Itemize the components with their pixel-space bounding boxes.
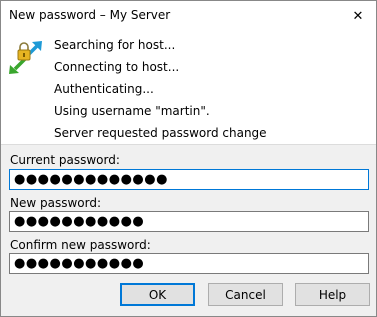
password-dialog: New password – My Server ✕ Searching for… (0, 0, 377, 317)
current-password-label: Current password: (10, 153, 120, 167)
help-button[interactable]: Help (295, 283, 370, 306)
status-line: Authenticating... (54, 82, 154, 96)
status-line: Searching for host... (54, 38, 176, 52)
status-line: Connecting to host... (54, 60, 180, 74)
confirm-password-label: Confirm new password: (10, 238, 151, 252)
confirm-password-field[interactable]: ●●●●●●●●●●● (9, 253, 369, 274)
ok-button[interactable]: OK (120, 283, 195, 306)
cancel-button[interactable]: Cancel (208, 283, 283, 306)
key-exchange-icon (7, 39, 45, 77)
current-password-field[interactable]: ●●●●●●●●●●●●● (9, 169, 369, 190)
status-pane: Searching for host... Connecting to host… (1, 31, 376, 144)
divider (1, 144, 376, 145)
close-button[interactable]: ✕ (340, 1, 376, 31)
status-line: Server requested password change (54, 126, 267, 140)
new-password-label: New password: (10, 196, 102, 210)
window-title: New password – My Server (9, 8, 171, 22)
close-icon: ✕ (352, 8, 364, 24)
status-line: Using username "martin". (54, 104, 210, 118)
title-bar: New password – My Server ✕ (1, 1, 376, 31)
new-password-field[interactable]: ●●●●●●●●●●● (9, 211, 369, 232)
